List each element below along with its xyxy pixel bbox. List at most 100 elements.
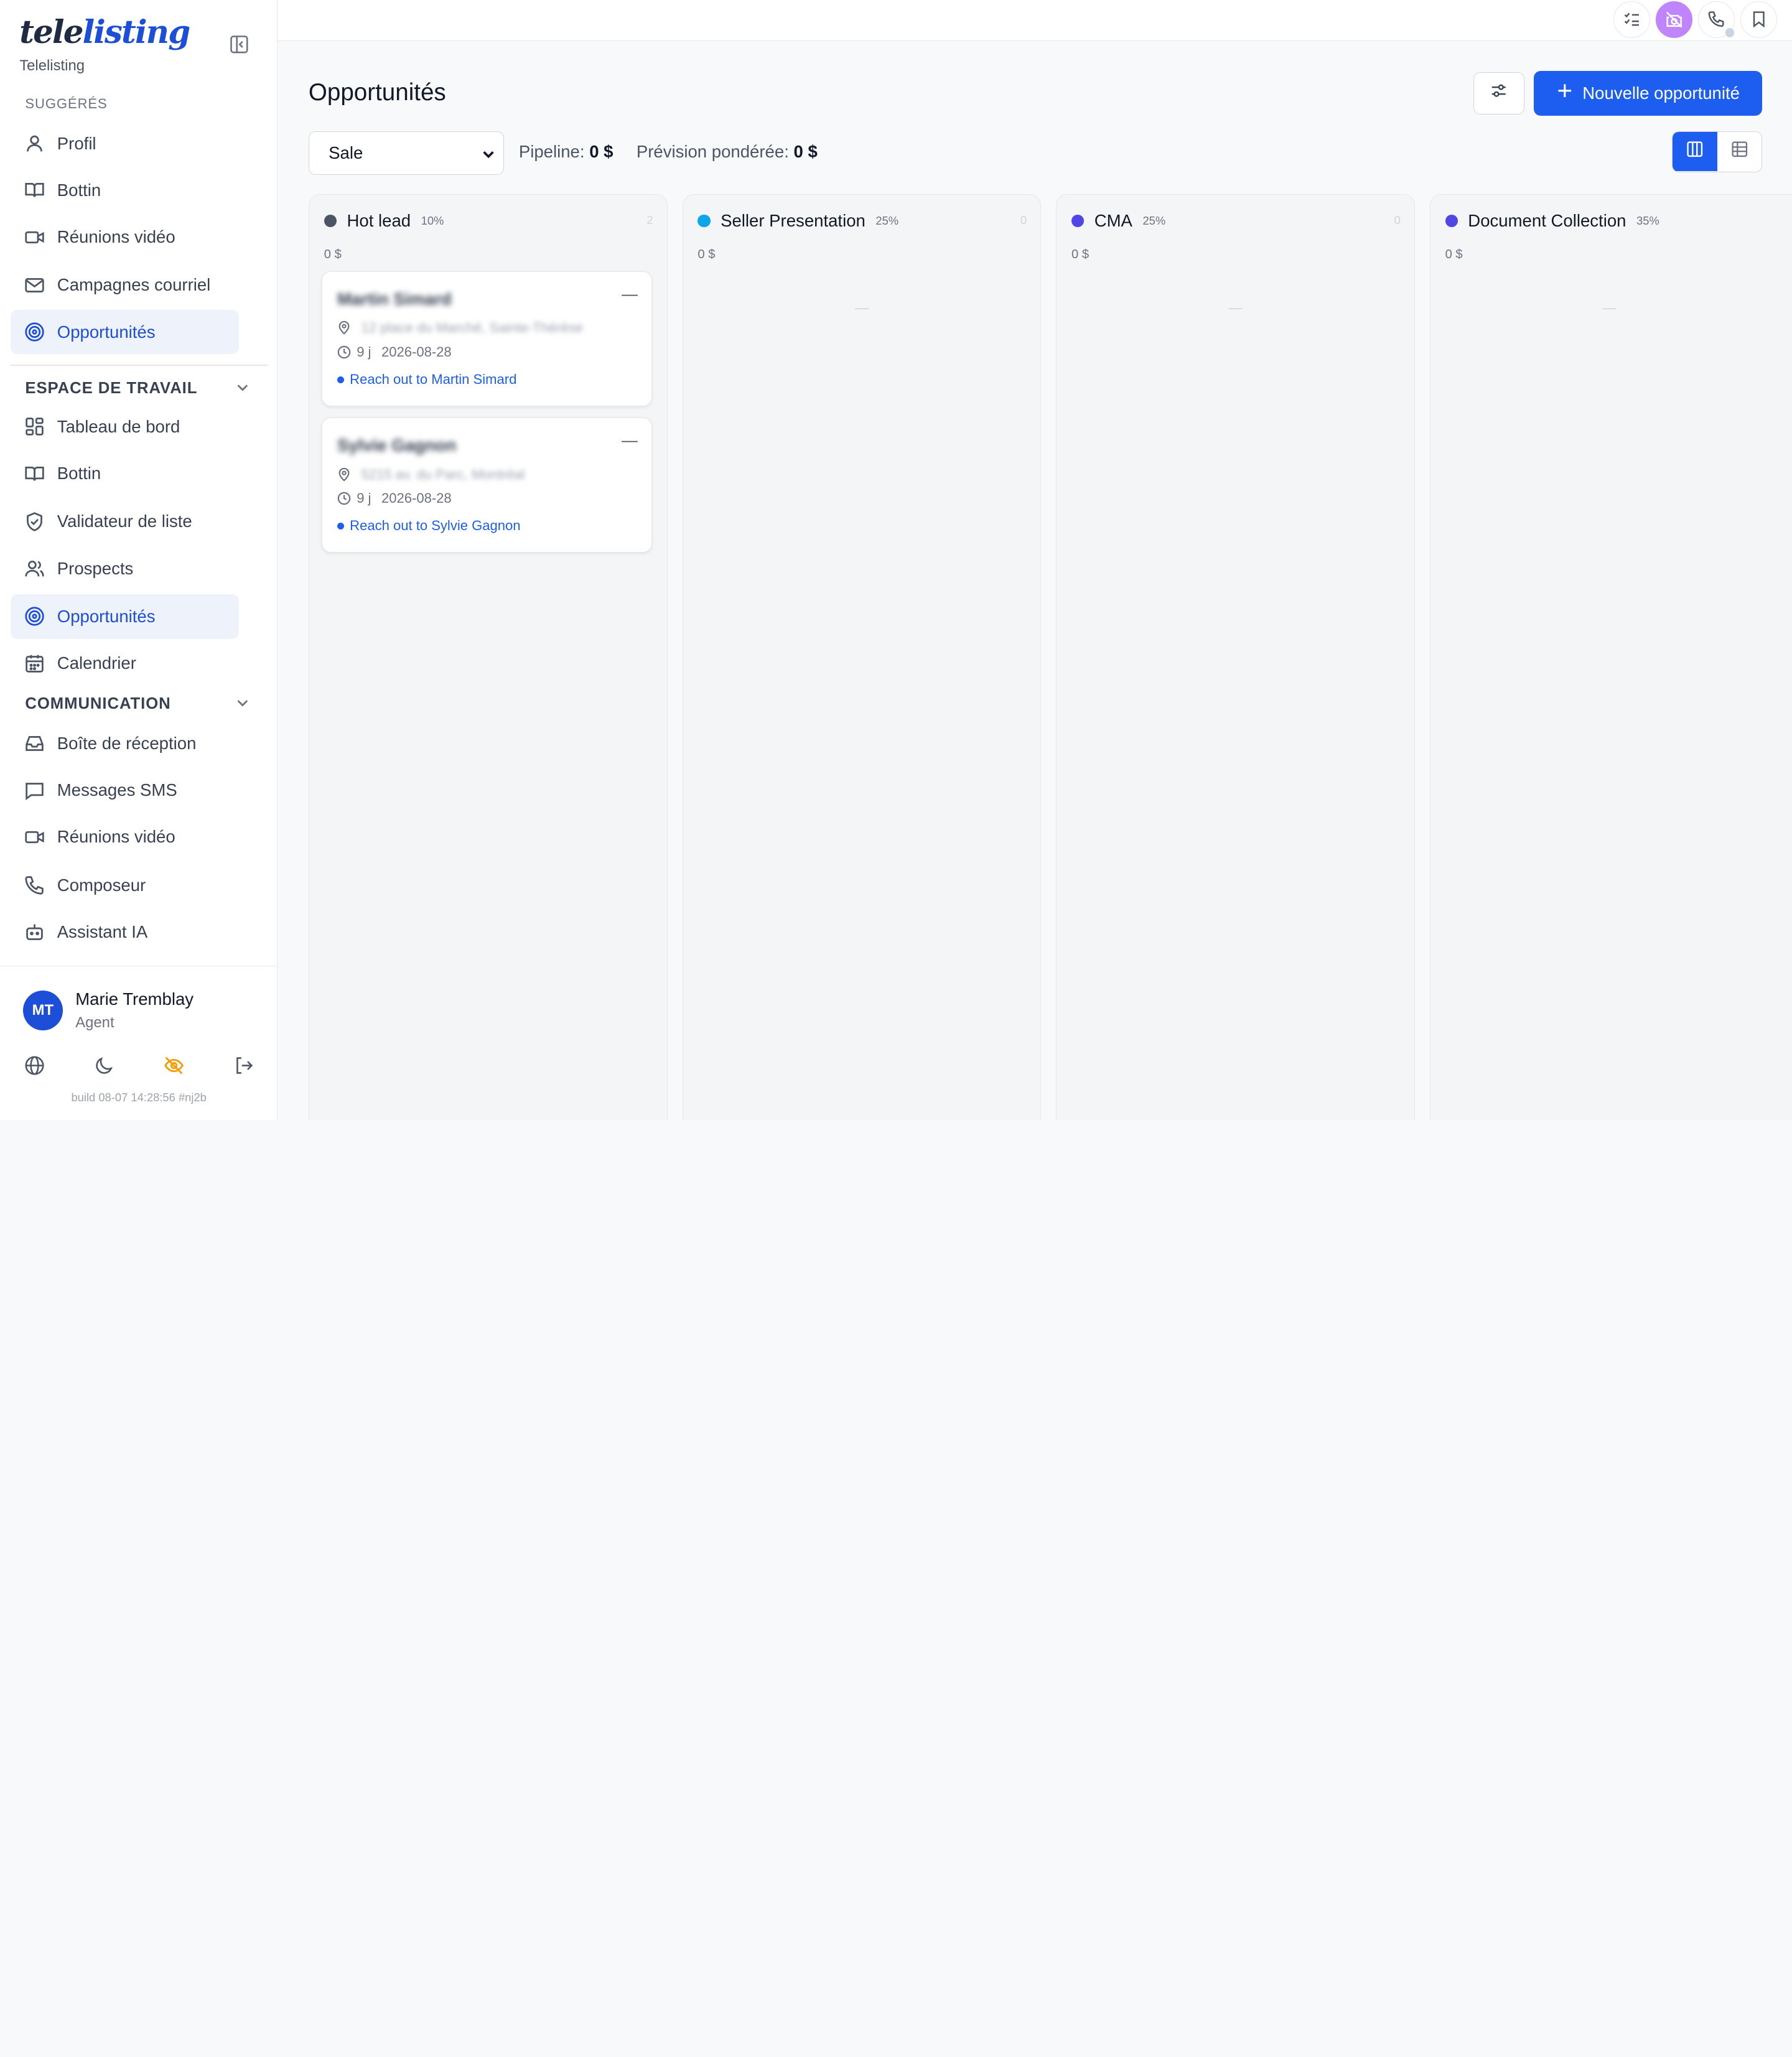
- columns-icon: [1686, 141, 1704, 163]
- sidebar-item-label: Prospects: [57, 558, 134, 578]
- logo-part-2: listing: [82, 14, 191, 52]
- view-toggle: [1672, 131, 1763, 173]
- task-dot: [337, 522, 344, 529]
- card-contact-name: Sylvie Gagnon: [337, 435, 457, 455]
- pipeline-amount: 0 $: [589, 141, 614, 161]
- sidebar-item-label: Bottin: [57, 464, 101, 483]
- column-count: 0: [1020, 213, 1027, 226]
- sidebar-item-boite-de-reception[interactable]: Boîte de réception: [11, 721, 239, 766]
- sidebar-item-label: Calendrier: [57, 653, 136, 673]
- phone-status-dot: [1724, 27, 1735, 38]
- dashboard-icon: [24, 416, 45, 437]
- opportunity-card[interactable]: Sylvie Gagnon — 5215 av. du Parc, Montré…: [322, 417, 652, 553]
- map-pin-icon: [337, 467, 351, 482]
- column-header: Document Collection 35%: [1445, 211, 1659, 231]
- card-address-row: 12 place du Marché, Sainte-Thérèse: [337, 320, 583, 336]
- kanban-column-hot-lead: Hot lead 10% 2 0 $ Martin Simard — 12 pl…: [308, 194, 668, 1120]
- top-bar: [278, 0, 1792, 42]
- card-menu-icon[interactable]: —: [622, 432, 638, 450]
- column-total: 0 $: [1071, 247, 1090, 261]
- forecast-label: Prévision pondérée:: [636, 141, 789, 161]
- column-total: 0 $: [1445, 247, 1463, 261]
- filter-settings-button[interactable]: [1473, 72, 1525, 114]
- chevron-down-icon[interactable]: [235, 380, 251, 396]
- brand-name: Telelisting: [19, 57, 85, 74]
- sidebar-item-reunions-video[interactable]: Réunions vidéo: [11, 215, 239, 259]
- globe-icon[interactable]: [24, 1055, 45, 1076]
- opportunity-card[interactable]: Martin Simard — 12 place du Marché, Sain…: [322, 271, 652, 406]
- column-header: CMA 25%: [1071, 211, 1165, 231]
- card-task-link[interactable]: Reach out to Martin Simard: [337, 371, 516, 388]
- card-contact-name: Martin Simard: [337, 289, 452, 309]
- sidebar-item-assistant-ia[interactable]: Assistant IA: [11, 910, 239, 954]
- sidebar-divider: [10, 364, 268, 366]
- target-icon: [24, 322, 45, 342]
- tasks-icon[interactable]: [1613, 1, 1651, 38]
- table-icon: [1731, 141, 1748, 163]
- sidebar-item-label: Réunions vidéo: [57, 227, 175, 247]
- chevron-down-icon[interactable]: [235, 695, 251, 711]
- page-title: Opportunités: [308, 78, 446, 106]
- avatar[interactable]: MT: [22, 990, 63, 1030]
- logout-icon[interactable]: [233, 1055, 254, 1076]
- telelisting-logo[interactable]: telelisting: [19, 14, 191, 52]
- card-menu-icon[interactable]: —: [622, 286, 638, 304]
- eye-off-icon[interactable]: [164, 1055, 184, 1076]
- card-days: 9 j: [357, 343, 371, 360]
- sidebar-item-opportunites-workspace[interactable]: Opportunités: [10, 594, 239, 639]
- section-workspace[interactable]: ESPACE DE TRAVAIL: [25, 380, 197, 398]
- column-empty-state: —: [854, 300, 869, 316]
- collapse-sidebar-icon[interactable]: [228, 33, 251, 56]
- sidebar-item-calendrier[interactable]: Calendrier: [11, 641, 239, 686]
- sidebar-footer: MT Marie Tremblay Agent build 08-07 14:2…: [0, 966, 278, 1120]
- kanban-view-button[interactable]: [1673, 132, 1717, 171]
- new-opportunity-label: Nouvelle opportunité: [1582, 83, 1740, 103]
- forecast-amount: 0 $: [793, 141, 818, 161]
- shield-check-icon: [24, 511, 45, 532]
- sidebar-item-label: Profil: [57, 133, 96, 153]
- card-days: 9 j: [357, 490, 371, 506]
- card-address-row: 5215 av. du Parc, Montréal: [337, 467, 525, 483]
- card-task-link[interactable]: Reach out to Sylvie Gagnon: [337, 518, 521, 534]
- phone-icon: [24, 875, 45, 895]
- section-communication[interactable]: COMMUNICATION: [25, 695, 170, 713]
- sidebar-item-messages-sms[interactable]: Messages SMS: [11, 768, 239, 813]
- sidebar-item-campagnes-courriel[interactable]: Campagnes courriel: [11, 263, 239, 307]
- moon-icon[interactable]: [94, 1055, 114, 1076]
- pipeline-select[interactable]: Sale: [308, 131, 504, 175]
- sidebar-item-composeur[interactable]: Composeur: [11, 863, 239, 908]
- table-view-button[interactable]: [1717, 132, 1762, 170]
- card-meta-row: 9 j 2026-08-28: [337, 344, 452, 360]
- chevron-down-icon: [482, 146, 495, 159]
- sidebar-item-profil[interactable]: Profil: [11, 121, 239, 166]
- column-percent: 35%: [1636, 213, 1659, 227]
- column-color-dot: [698, 214, 711, 228]
- column-empty-state: —: [1228, 300, 1243, 316]
- sidebar-item-label: Réunions vidéo: [57, 827, 175, 847]
- column-count: 0: [1394, 213, 1401, 226]
- sidebar-item-label: Opportunités: [57, 606, 156, 626]
- sidebar-item-opportunites[interactable]: Opportunités: [10, 309, 239, 355]
- sidebar-item-label: Assistant IA: [57, 921, 148, 941]
- new-opportunity-button[interactable]: Nouvelle opportunité: [1533, 70, 1763, 116]
- card-task-label: Reach out to Martin Simard: [350, 371, 517, 388]
- column-name: Hot lead: [347, 210, 411, 230]
- column-color-dot: [1445, 214, 1458, 228]
- task-dot: [337, 376, 344, 383]
- sidebar-item-bottin-workspace[interactable]: Bottin: [11, 451, 239, 496]
- card-address: 12 place du Marché, Sainte-Thérèse: [361, 320, 583, 336]
- sidebar-item-reunions-video-comm[interactable]: Réunions vidéo: [11, 815, 239, 860]
- sidebar-item-tableau-de-bord[interactable]: Tableau de bord: [11, 404, 239, 449]
- clock-icon: [337, 492, 351, 505]
- camera-off-icon[interactable]: [1656, 1, 1693, 38]
- sidebar-item-prospects[interactable]: Prospects: [11, 546, 239, 591]
- bookmark-icon[interactable]: [1740, 1, 1778, 38]
- column-total: 0 $: [698, 247, 716, 261]
- sidebar-item-bottin[interactable]: Bottin: [11, 168, 239, 213]
- sidebar-item-validateur-de-liste[interactable]: Validateur de liste: [11, 500, 239, 544]
- kanban-column-cma: CMA 25% 0 0 $ —: [1056, 194, 1415, 1120]
- build-info: build 08-07 14:28:56 #nj2b: [71, 1091, 207, 1104]
- card-meta-row: 9 j 2026-08-28: [337, 490, 452, 506]
- video-icon: [24, 227, 45, 248]
- video-icon: [24, 827, 45, 847]
